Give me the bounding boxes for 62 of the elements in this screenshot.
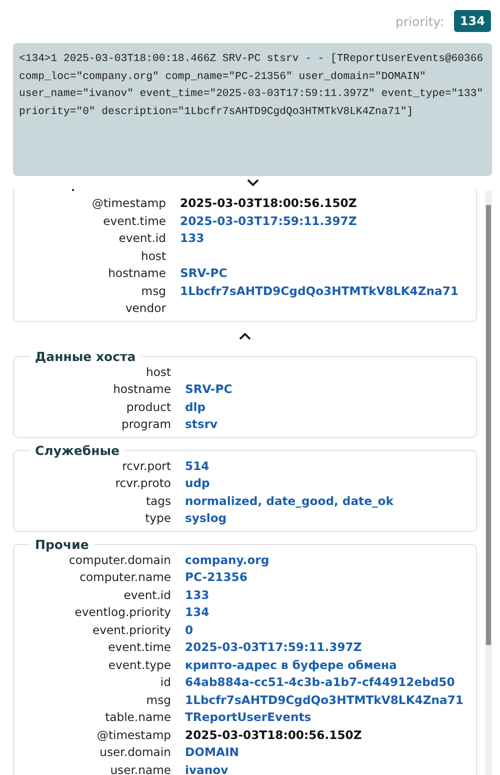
- field-label: event.time: [107, 639, 171, 656]
- field-value[interactable]: company.org: [185, 552, 476, 569]
- scrollbar-thumb[interactable]: [486, 205, 491, 645]
- field-label: rcvr.proto: [114, 475, 171, 492]
- field-value[interactable]: 133: [185, 586, 476, 604]
- field-label: @timestamp: [90, 195, 166, 212]
- priority-label: priority:: [396, 14, 444, 28]
- field-value[interactable]: TReportUserEvents: [185, 709, 476, 726]
- field-label: event.id: [118, 230, 166, 247]
- section-title: Служебные: [34, 444, 121, 458]
- field-label: product: [125, 398, 171, 416]
- field-label: user.name: [109, 762, 171, 775]
- field-value[interactable]: PC-21356: [185, 569, 476, 586]
- field-label: user.domain: [98, 744, 171, 761]
- field-label: @timestamp: [96, 726, 171, 744]
- field-label: host: [140, 248, 166, 264]
- field-label: computer.name: [78, 569, 171, 586]
- field-value[interactable]: 1Lbcfr7sAHTD9CgdQo3HTMTkV8LK4Zna71: [185, 692, 476, 709]
- field-label: rcvr.port: [121, 458, 171, 474]
- field-label: event.type: [107, 656, 171, 674]
- field-value[interactable]: syslog: [185, 510, 476, 528]
- field-label: id: [159, 674, 171, 691]
- field-value[interactable]: 2025-03-03T17:59:11.397Z: [185, 639, 476, 656]
- field-value: 2025-03-03T18:00:56.150Z: [180, 195, 358, 212]
- field-value[interactable]: 1Lbcfr7sAHTD9CgdQo3HTMTkV8LK4Zna71: [180, 282, 476, 300]
- field-label: msg: [140, 282, 166, 300]
- field-label: type: [144, 510, 171, 527]
- field-value[interactable]: ivanov: [185, 762, 476, 775]
- chevron-down-icon[interactable]: [246, 179, 258, 186]
- field-value[interactable]: 0: [185, 622, 476, 639]
- field-value[interactable]: 2025-03-03T17:59:11.397Z: [180, 212, 476, 230]
- section-title: Данные хоста: [34, 350, 137, 364]
- field-label: table.name: [104, 709, 171, 726]
- field-value[interactable]: normalized, date_good, date_ok: [185, 492, 476, 510]
- field-value[interactable]: stsrv: [185, 416, 476, 434]
- priority-badge: 134: [454, 10, 491, 32]
- section-title: Прочие: [34, 538, 90, 552]
- field-value[interactable]: 514: [185, 458, 476, 475]
- chevron-up-icon[interactable]: [239, 333, 251, 340]
- field-label: hostname: [112, 381, 171, 398]
- field-value[interactable]: 64ab884a-cc51-4c3b-a1b7-cf44912ebd50: [185, 674, 476, 692]
- field-label: host: [144, 364, 171, 380]
- field-label: vendor: [124, 300, 166, 317]
- field-value[interactable]: DOMAIN: [185, 744, 476, 762]
- field-value[interactable]: 134: [185, 604, 476, 622]
- field-value[interactable]: SRV-PC: [180, 265, 476, 282]
- field-label: event.time: [102, 212, 166, 230]
- field-value[interactable]: SRV-PC: [185, 381, 476, 398]
- field-label: eventlog.priority: [74, 604, 171, 621]
- field-value[interactable]: udp: [185, 475, 476, 492]
- field-label: event.id: [122, 586, 171, 604]
- field-label: msg: [145, 692, 171, 708]
- field-label: hostname: [107, 265, 166, 282]
- field-value: 2025-03-03T18:00:56.150Z: [185, 726, 363, 744]
- field-value[interactable]: dlp: [185, 398, 476, 416]
- field-label: program: [120, 416, 171, 433]
- field-value[interactable]: крипто-адрес в буфере обмена: [185, 656, 476, 674]
- field-label: event.priority: [91, 622, 171, 638]
- field-label: tags: [144, 492, 171, 510]
- field-value[interactable]: 133: [180, 230, 476, 248]
- raw-log-text: <134>1 2025-03-03T18:00:18.466Z SRV-PC stsrv - - [TReportUserEvents@60366 comp_loc="company.org" comp_name="PC-21356" user_domain="DOMAIN" user_name="ivanov" event_time="2025-03-03T17:59:11.397Z" event_type="133" priority="0" description="1Lbcfr7sAHTD9CgdQo3HTMTkV8LK4Zna71"]: [13, 43, 492, 176]
- field-label: computer.domain: [68, 552, 171, 568]
